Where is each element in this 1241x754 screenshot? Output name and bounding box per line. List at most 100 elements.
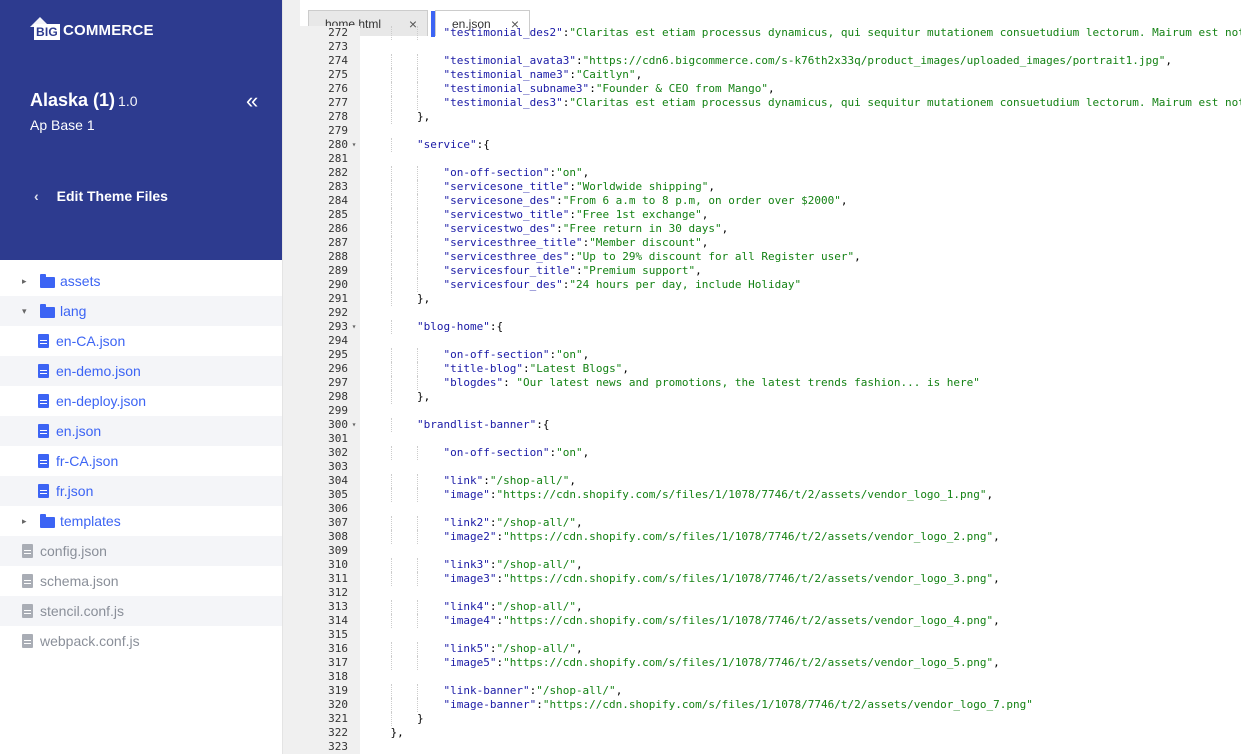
- code-line[interactable]: 284 "servicesone_des":"From 6 a.m to 8 p…: [300, 194, 1241, 208]
- code-text: },: [416, 110, 431, 123]
- code-line[interactable]: 308 "image2":"https://cdn.shopify.com/s/…: [300, 530, 1241, 544]
- code-line[interactable]: 318: [300, 670, 1241, 684]
- code-line[interactable]: 288 "servicesthree_des":"Up to 29% disco…: [300, 250, 1241, 264]
- code-line[interactable]: 315: [300, 628, 1241, 642]
- tree-item-fr-json[interactable]: fr.json: [0, 476, 282, 506]
- indent-guide: [417, 558, 418, 572]
- caret-down-icon[interactable]: ▾: [22, 306, 32, 317]
- code-line[interactable]: 278 },: [300, 110, 1241, 124]
- code-line[interactable]: 298 },: [300, 390, 1241, 404]
- line-number: 280: [328, 138, 348, 151]
- code-line[interactable]: 290 "servicesfour_des":"24 hours per day…: [300, 278, 1241, 292]
- code-line[interactable]: 305 "image":"https://cdn.shopify.com/s/f…: [300, 488, 1241, 502]
- code-line[interactable]: 289 "servicesfour_title":"Premium suppor…: [300, 264, 1241, 278]
- file-icon: [38, 394, 49, 408]
- code-line[interactable]: 319 "link-banner":"/shop-all/",: [300, 684, 1241, 698]
- code-line[interactable]: 306: [300, 502, 1241, 516]
- line-number: 296: [328, 362, 348, 375]
- code-line[interactable]: 301: [300, 432, 1241, 446]
- code-line[interactable]: 296 "title-blog":"Latest Blogs",: [300, 362, 1241, 376]
- tree-item-templates[interactable]: ▸ templates: [0, 506, 282, 536]
- edit-theme-files-link[interactable]: ‹ Edit Theme Files: [34, 188, 168, 204]
- indent-guide: [417, 376, 418, 390]
- line-number: 275: [328, 68, 348, 81]
- code-area[interactable]: 272 "testimonial_des2":"Claritas est eti…: [300, 26, 1241, 754]
- code-line[interactable]: 297 "blogdes": "Our latest news and prom…: [300, 376, 1241, 390]
- code-line[interactable]: 292: [300, 306, 1241, 320]
- indent-guide: [417, 614, 418, 628]
- fold-toggle-icon[interactable]: ▾: [348, 320, 360, 334]
- code-line[interactable]: 312: [300, 586, 1241, 600]
- code-line[interactable]: 280 ▾ "service":{: [300, 138, 1241, 152]
- tree-item-stencil-conf-js[interactable]: stencil.conf.js: [0, 596, 282, 626]
- code-line[interactable]: 283 "servicesone_title":"Worldwide shipp…: [300, 180, 1241, 194]
- code-line[interactable]: 314 "image4":"https://cdn.shopify.com/s/…: [300, 614, 1241, 628]
- code-line[interactable]: 293 ▾ "blog-home":{: [300, 320, 1241, 334]
- code-editor: home.html × en.json × 272 "testimonial_d…: [282, 0, 1241, 754]
- code-line[interactable]: 322 },: [300, 726, 1241, 740]
- code-line[interactable]: 309: [300, 544, 1241, 558]
- caret-right-icon[interactable]: ▸: [22, 516, 32, 527]
- tree-item-en-ca-json[interactable]: en-CA.json: [0, 326, 282, 356]
- tree-item-assets[interactable]: ▸ assets: [0, 266, 282, 296]
- indent-guide: [390, 236, 392, 250]
- code-line[interactable]: 274 "testimonial_avata3":"https://cdn6.b…: [300, 54, 1241, 68]
- bigcommerce-logo[interactable]: BIG COMMERCE: [30, 17, 154, 40]
- tree-item-config-json[interactable]: config.json: [0, 536, 282, 566]
- code-line[interactable]: 302 "on-off-section":"on",: [300, 446, 1241, 460]
- code-line[interactable]: 307 "link2":"/shop-all/",: [300, 516, 1241, 530]
- code-line[interactable]: 294: [300, 334, 1241, 348]
- code-line[interactable]: 316 "link5":"/shop-all/",: [300, 642, 1241, 656]
- code-line[interactable]: 317 "image5":"https://cdn.shopify.com/s/…: [300, 656, 1241, 670]
- line-number: 294: [328, 334, 348, 347]
- tree-item-fr-ca-json[interactable]: fr-CA.json: [0, 446, 282, 476]
- code-line[interactable]: 300 ▾ "brandlist-banner":{: [300, 418, 1241, 432]
- code-line[interactable]: 273: [300, 40, 1241, 54]
- code-text: "testimonial_des2":"Claritas est etiam p…: [443, 26, 1241, 39]
- code-line[interactable]: 279: [300, 124, 1241, 138]
- line-number: 276: [328, 82, 348, 95]
- code-line[interactable]: 304 "link":"/shop-all/",: [300, 474, 1241, 488]
- code-line[interactable]: 272 "testimonial_des2":"Claritas est eti…: [300, 26, 1241, 40]
- fold-toggle-icon[interactable]: ▾: [348, 418, 360, 432]
- code-line[interactable]: 295 "on-off-section":"on",: [300, 348, 1241, 362]
- code-line[interactable]: 286 "servicestwo_des":"Free return in 30…: [300, 222, 1241, 236]
- code-line[interactable]: 275 "testimonial_name3":"Caitlyn",: [300, 68, 1241, 82]
- code-line[interactable]: 313 "link4":"/shop-all/",: [300, 600, 1241, 614]
- double-chevron-left-icon[interactable]: «: [246, 88, 258, 114]
- code-line[interactable]: 277 "testimonial_des3":"Claritas est eti…: [300, 96, 1241, 110]
- tree-item-lang[interactable]: ▾ lang: [0, 296, 282, 326]
- code-line[interactable]: 276 "testimonial_subname3":"Founder & CE…: [300, 82, 1241, 96]
- code-line[interactable]: 285 "servicestwo_title":"Free 1st exchan…: [300, 208, 1241, 222]
- indent-guide: [417, 348, 418, 362]
- code-line[interactable]: 323: [300, 740, 1241, 754]
- indent-guide: [417, 446, 418, 460]
- caret-right-icon[interactable]: ▸: [22, 276, 32, 287]
- code-line[interactable]: 287 "servicesthree_title":"Member discou…: [300, 236, 1241, 250]
- code-line[interactable]: 291 },: [300, 292, 1241, 306]
- fold-toggle-icon[interactable]: ▾: [348, 138, 360, 152]
- code-line[interactable]: 311 "image3":"https://cdn.shopify.com/s/…: [300, 572, 1241, 586]
- line-number: 313: [328, 600, 348, 613]
- tree-item-webpack-conf-js[interactable]: webpack.conf.js: [0, 626, 282, 656]
- code-line[interactable]: 310 "link3":"/shop-all/",: [300, 558, 1241, 572]
- tree-item-schema-json[interactable]: schema.json: [0, 566, 282, 596]
- code-line[interactable]: 281: [300, 152, 1241, 166]
- file-icon: [38, 364, 49, 378]
- tree-item-en-deploy-json[interactable]: en-deploy.json: [0, 386, 282, 416]
- code-line[interactable]: 320 "image-banner":"https://cdn.shopify.…: [300, 698, 1241, 712]
- code-text: "image-banner":"https://cdn.shopify.com/…: [443, 698, 1033, 711]
- indent-guide: [417, 236, 418, 250]
- code-line[interactable]: 303: [300, 460, 1241, 474]
- code-line[interactable]: 321 }: [300, 712, 1241, 726]
- code-line[interactable]: 299: [300, 404, 1241, 418]
- tree-item-label: config.json: [40, 543, 107, 559]
- code-line[interactable]: 282 "on-off-section":"on",: [300, 166, 1241, 180]
- indent-guide: [390, 614, 392, 628]
- tree-item-en-json[interactable]: en.json: [0, 416, 282, 446]
- tree-item-en-demo-json[interactable]: en-demo.json: [0, 356, 282, 386]
- indent-guide: [390, 488, 392, 502]
